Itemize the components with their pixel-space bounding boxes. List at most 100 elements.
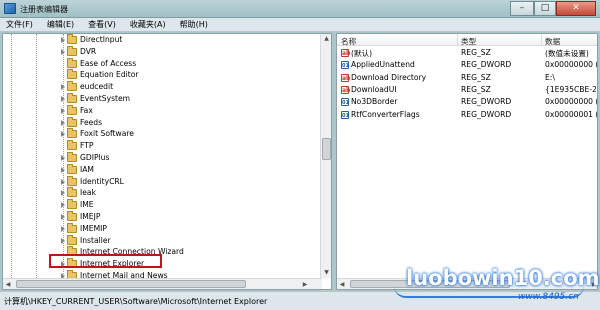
tree-item[interactable]: IAM — [3, 163, 321, 176]
folder-icon — [67, 57, 77, 68]
tree-item[interactable]: eudcedit — [3, 81, 321, 93]
value-type: REG_DWORD — [461, 109, 512, 119]
tree-item[interactable]: GDIPlus — [3, 151, 321, 164]
tree-item-label: FTP — [80, 141, 94, 151]
value-row[interactable]: ab (默认) REG_SZ (数值未设置) — [337, 47, 597, 59]
tree-item-label: IdentityCRL — [80, 176, 124, 186]
tree-item-label: Ease of Access — [80, 58, 137, 68]
tree-item[interactable]: Fax — [3, 104, 321, 117]
folder-icon — [67, 104, 77, 115]
tree-item[interactable]: FTP — [3, 140, 321, 152]
tree-item-label: IMEJP — [80, 211, 101, 221]
tree-item[interactable]: Foxit Software — [3, 128, 321, 140]
scroll-down-arrow-icon[interactable]: ▼ — [322, 268, 331, 278]
status-path: 计算机\HKEY_CURRENT_USER\Software\Microsoft… — [4, 297, 268, 306]
selected-key-highlight — [49, 254, 162, 268]
scroll-right-arrow-icon[interactable]: ▶ — [300, 279, 310, 289]
value-type: REG_SZ — [461, 84, 491, 94]
folder-icon — [67, 163, 77, 174]
menu-view[interactable]: 查看(V) — [88, 19, 116, 30]
folder-icon — [67, 199, 77, 210]
site-watermark: luobowin10.com www.8495.cn — [392, 262, 600, 310]
value-row[interactable]: 01 No3DBorder REG_DWORD 0x00000000 (0 — [337, 96, 598, 108]
maximize-button[interactable]: □ — [534, 1, 556, 16]
tree-item[interactable]: IMEJP — [3, 210, 321, 223]
value-name: AppliedUnattend — [351, 60, 415, 70]
menu-file[interactable]: 文件(F) — [6, 19, 33, 30]
folder-icon — [67, 140, 77, 151]
column-divider[interactable] — [457, 34, 458, 46]
menu-favorites[interactable]: 收藏夹(A) — [130, 19, 166, 30]
value-data: E:\ — [545, 72, 555, 82]
folder-icon — [67, 222, 77, 233]
tree-item[interactable]: IME — [3, 199, 321, 211]
tree-guide-line — [11, 34, 12, 278]
tree-item[interactable]: Feeds — [3, 116, 321, 129]
value-row[interactable]: 01 RtfConverterFlags REG_DWORD 0x00000001 (… — [337, 109, 598, 121]
folder-icon — [67, 92, 77, 103]
string-value-icon: ab — [341, 49, 351, 57]
tree-item[interactable]: IdentityCRL — [3, 175, 321, 188]
tree-item[interactable]: IMEMIP — [3, 222, 321, 235]
registry-key-tree: DirectInput DVR Ease of Access Equation Edi… — [3, 34, 321, 289]
value-data: 0x00000001 (1 — [545, 109, 598, 119]
scroll-up-arrow-icon[interactable]: ▲ — [322, 34, 331, 44]
folder-icon — [67, 175, 77, 186]
folder-icon — [67, 151, 77, 162]
tree-item-label: Feeds — [80, 117, 103, 127]
menu-edit[interactable]: 编辑(E) — [47, 19, 74, 30]
scroll-left-arrow-icon[interactable]: ◀ — [337, 279, 347, 289]
folder-icon — [67, 81, 77, 92]
regedit-app-icon — [4, 3, 16, 14]
column-header-type[interactable]: 类型 — [461, 36, 476, 47]
column-header-data[interactable]: 数据 — [545, 36, 560, 47]
tree-item[interactable]: DirectInput — [3, 34, 321, 46]
tree-item-label: Foxit Software — [80, 129, 134, 139]
folder-icon — [67, 34, 77, 44]
tree-vertical-scrollbar[interactable]: ▲ ▼ — [320, 34, 331, 278]
value-row[interactable]: ab Download Directory REG_SZ E:\ — [337, 72, 597, 84]
registry-values-pane[interactable]: 名称 类型 数据 ab (默认) REG_SZ (数值未设置) 01 AppliedUna… — [336, 33, 598, 290]
folder-icon — [67, 187, 77, 198]
dword-value-icon: 01 — [341, 98, 349, 107]
tree-item[interactable]: Ieak — [3, 187, 321, 199]
value-data: 0x00000000 (0 — [545, 60, 598, 70]
value-row[interactable]: ab DownloadUI REG_SZ {1E935CBE-29 — [337, 84, 597, 96]
tree-item-label: GDIPlus — [80, 152, 110, 162]
dword-value-icon: 01 — [341, 110, 349, 119]
minimize-button[interactable]: – — [510, 1, 534, 16]
tree-item[interactable]: Installer — [3, 234, 321, 247]
close-button[interactable]: ✕ — [556, 1, 596, 16]
folder-icon — [67, 45, 77, 56]
tree-scroll-thumb[interactable] — [322, 138, 331, 160]
window-controls: – □ ✕ — [510, 1, 596, 16]
tree-item-label: IAM — [80, 164, 94, 174]
value-row[interactable]: 01 AppliedUnattend REG_DWORD 0x00000000 (0 — [337, 59, 598, 71]
menu-help[interactable]: 帮助(H) — [180, 19, 208, 30]
tree-item[interactable]: Ease of Access — [3, 57, 321, 70]
tree-item[interactable]: DVR — [3, 45, 321, 58]
tree-item[interactable]: Equation Editor — [3, 69, 321, 81]
tree-item-label: eudcedit — [80, 82, 114, 92]
tree-item-label: IME — [80, 200, 94, 210]
tree-horizontal-scrollbar[interactable]: ◀ ▶ — [3, 278, 322, 289]
string-value-icon: ab — [341, 85, 351, 94]
window-title: 注册表编辑器 — [20, 5, 68, 14]
value-data: 0x00000000 (0 — [545, 97, 598, 107]
registry-tree-pane[interactable]: DirectInput DVR Ease of Access Equation Edi… — [2, 33, 332, 290]
column-divider[interactable] — [541, 34, 542, 46]
tree-item-label: Ieak — [80, 188, 96, 198]
watermark-subtext: www.8495.cn — [518, 292, 579, 302]
tree-item[interactable]: EventSystem — [3, 92, 321, 105]
tree-item-label: Equation Editor — [80, 70, 139, 80]
column-header-name[interactable]: 名称 — [341, 36, 356, 47]
tree-item-label: Installer — [80, 235, 111, 245]
watermark-text: luobowin10.com — [406, 266, 600, 290]
tree-hscroll-thumb[interactable] — [16, 280, 246, 288]
scroll-left-arrow-icon[interactable]: ◀ — [3, 279, 13, 289]
value-name: DownloadUI — [351, 84, 397, 94]
folder-icon — [67, 69, 77, 80]
values-list-header: 名称 类型 数据 — [337, 34, 597, 47]
dword-value-icon: 01 — [341, 61, 349, 70]
string-value-icon: ab — [341, 73, 351, 82]
